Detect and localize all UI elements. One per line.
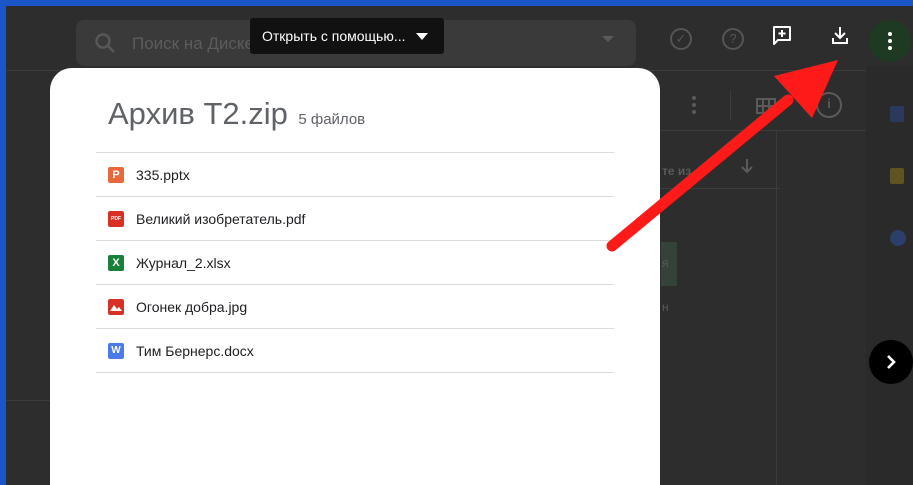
annotation-arrow-icon [606, 60, 838, 252]
